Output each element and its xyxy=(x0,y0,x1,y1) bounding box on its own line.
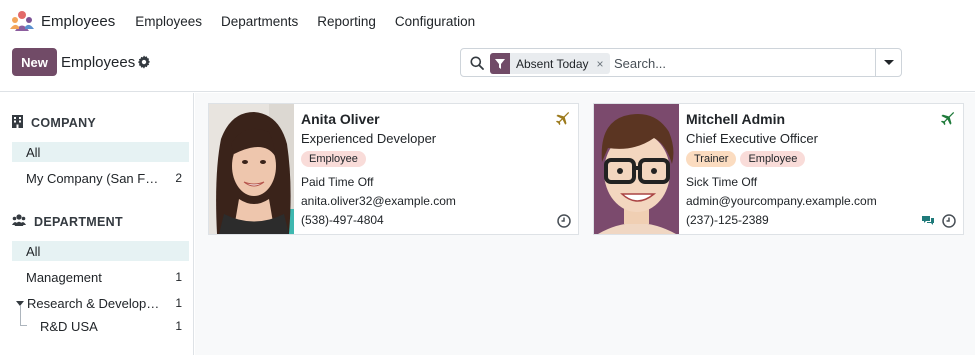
nav-departments[interactable]: Departments xyxy=(221,14,298,29)
employee-tags: Employee xyxy=(301,151,570,171)
company-filter-my-company[interactable]: My Company (San Francisco) 2 xyxy=(12,168,189,188)
employee-email: anita.oliver32@example.com xyxy=(301,194,456,208)
company-filter-label: All xyxy=(26,144,41,160)
nav-employees[interactable]: Employees xyxy=(135,14,202,29)
page-title: Employees xyxy=(61,54,136,71)
nav-reporting[interactable]: Reporting xyxy=(317,14,376,29)
department-filter-rnd[interactable]: Research & Development 1 xyxy=(12,293,189,313)
employee-name[interactable]: Mitchell Admin xyxy=(686,111,955,130)
company-heading: COMPANY xyxy=(31,116,97,130)
activity-clock-icon[interactable] xyxy=(557,214,571,228)
department-filter-label: R&D USA xyxy=(40,318,98,334)
search-input[interactable] xyxy=(614,53,864,73)
employee-job-title: Chief Executive Officer xyxy=(686,131,818,146)
department-heading: DEPARTMENT xyxy=(34,214,123,229)
department-filter-label: Research & Development xyxy=(27,295,167,311)
facet-remove-button[interactable]: × xyxy=(595,53,610,74)
card-body: Mitchell Admin Chief Executive Officer T… xyxy=(686,111,955,228)
employee-card[interactable]: Mitchell Admin Chief Executive Officer T… xyxy=(593,103,964,235)
company-filter-label: My Company (San Francisco) xyxy=(26,170,162,186)
department-filter-label: Management xyxy=(26,269,102,285)
employee-tags: Trainer Employee xyxy=(686,151,955,171)
employee-name[interactable]: Anita Oliver xyxy=(301,111,570,130)
search-facet: Absent Today × xyxy=(490,53,610,74)
department-filter-label: All xyxy=(26,243,41,259)
users-icon xyxy=(12,214,26,229)
kanban-view: Anita Oliver Experienced Developer Emplo… xyxy=(195,93,975,355)
app-name[interactable]: Employees xyxy=(41,13,115,30)
employee-card[interactable]: Anita Oliver Experienced Developer Emplo… xyxy=(208,103,579,235)
employee-leave-type: Paid Time Off xyxy=(301,175,374,189)
tag-employee: Employee xyxy=(740,151,806,167)
company-filter-count: 2 xyxy=(175,171,182,185)
department-filter-count: 1 xyxy=(175,296,182,310)
facet-label: Absent Today xyxy=(516,56,589,71)
tag-employee: Employee xyxy=(301,151,366,167)
employee-leave-type: Sick Time Off xyxy=(686,175,758,189)
chat-icon[interactable] xyxy=(921,215,935,227)
card-body: Anita Oliver Experienced Developer Emplo… xyxy=(301,111,570,228)
employee-email: admin@yourcompany.example.com xyxy=(686,194,877,208)
tag-trainer: Trainer xyxy=(686,151,737,167)
department-section-header: DEPARTMENT xyxy=(12,214,123,229)
search-options-toggle[interactable] xyxy=(875,49,901,76)
search-icon[interactable] xyxy=(470,56,484,70)
employee-job-title: Experienced Developer xyxy=(301,131,437,146)
chevron-down-icon xyxy=(883,60,894,65)
activity-clock-icon[interactable] xyxy=(942,214,956,228)
new-button[interactable]: New xyxy=(12,48,57,76)
caret-down-icon[interactable] xyxy=(16,300,24,306)
company-section-header: COMPANY xyxy=(12,115,96,131)
building-icon xyxy=(12,115,23,131)
employees-app-icon[interactable] xyxy=(10,9,34,33)
control-panel: New Employees Absent Today × xyxy=(0,42,975,92)
nav-configuration[interactable]: Configuration xyxy=(395,14,475,29)
company-filter-all[interactable]: All xyxy=(12,142,189,162)
department-filter-count: 1 xyxy=(175,270,182,284)
search-panel: COMPANY All My Company (San Francisco) 2… xyxy=(0,93,194,355)
employee-photo xyxy=(594,104,679,234)
department-filter-all[interactable]: All xyxy=(12,241,189,261)
employee-photo xyxy=(209,104,294,234)
search-bar: Absent Today × xyxy=(460,48,902,77)
department-filter-count: 1 xyxy=(175,319,182,333)
employee-phone: (538)-497-4804 xyxy=(301,213,384,227)
airplane-icon xyxy=(941,112,955,126)
gear-icon[interactable] xyxy=(137,55,151,69)
department-filter-management[interactable]: Management 1 xyxy=(12,267,189,287)
filter-icon xyxy=(490,53,510,74)
airplane-icon xyxy=(556,112,570,126)
top-navbar: Employees Employees Departments Reportin… xyxy=(0,0,975,42)
department-filter-rnd-usa[interactable]: R&D USA 1 xyxy=(12,316,189,336)
employee-phone: (237)-125-2389 xyxy=(686,213,769,227)
